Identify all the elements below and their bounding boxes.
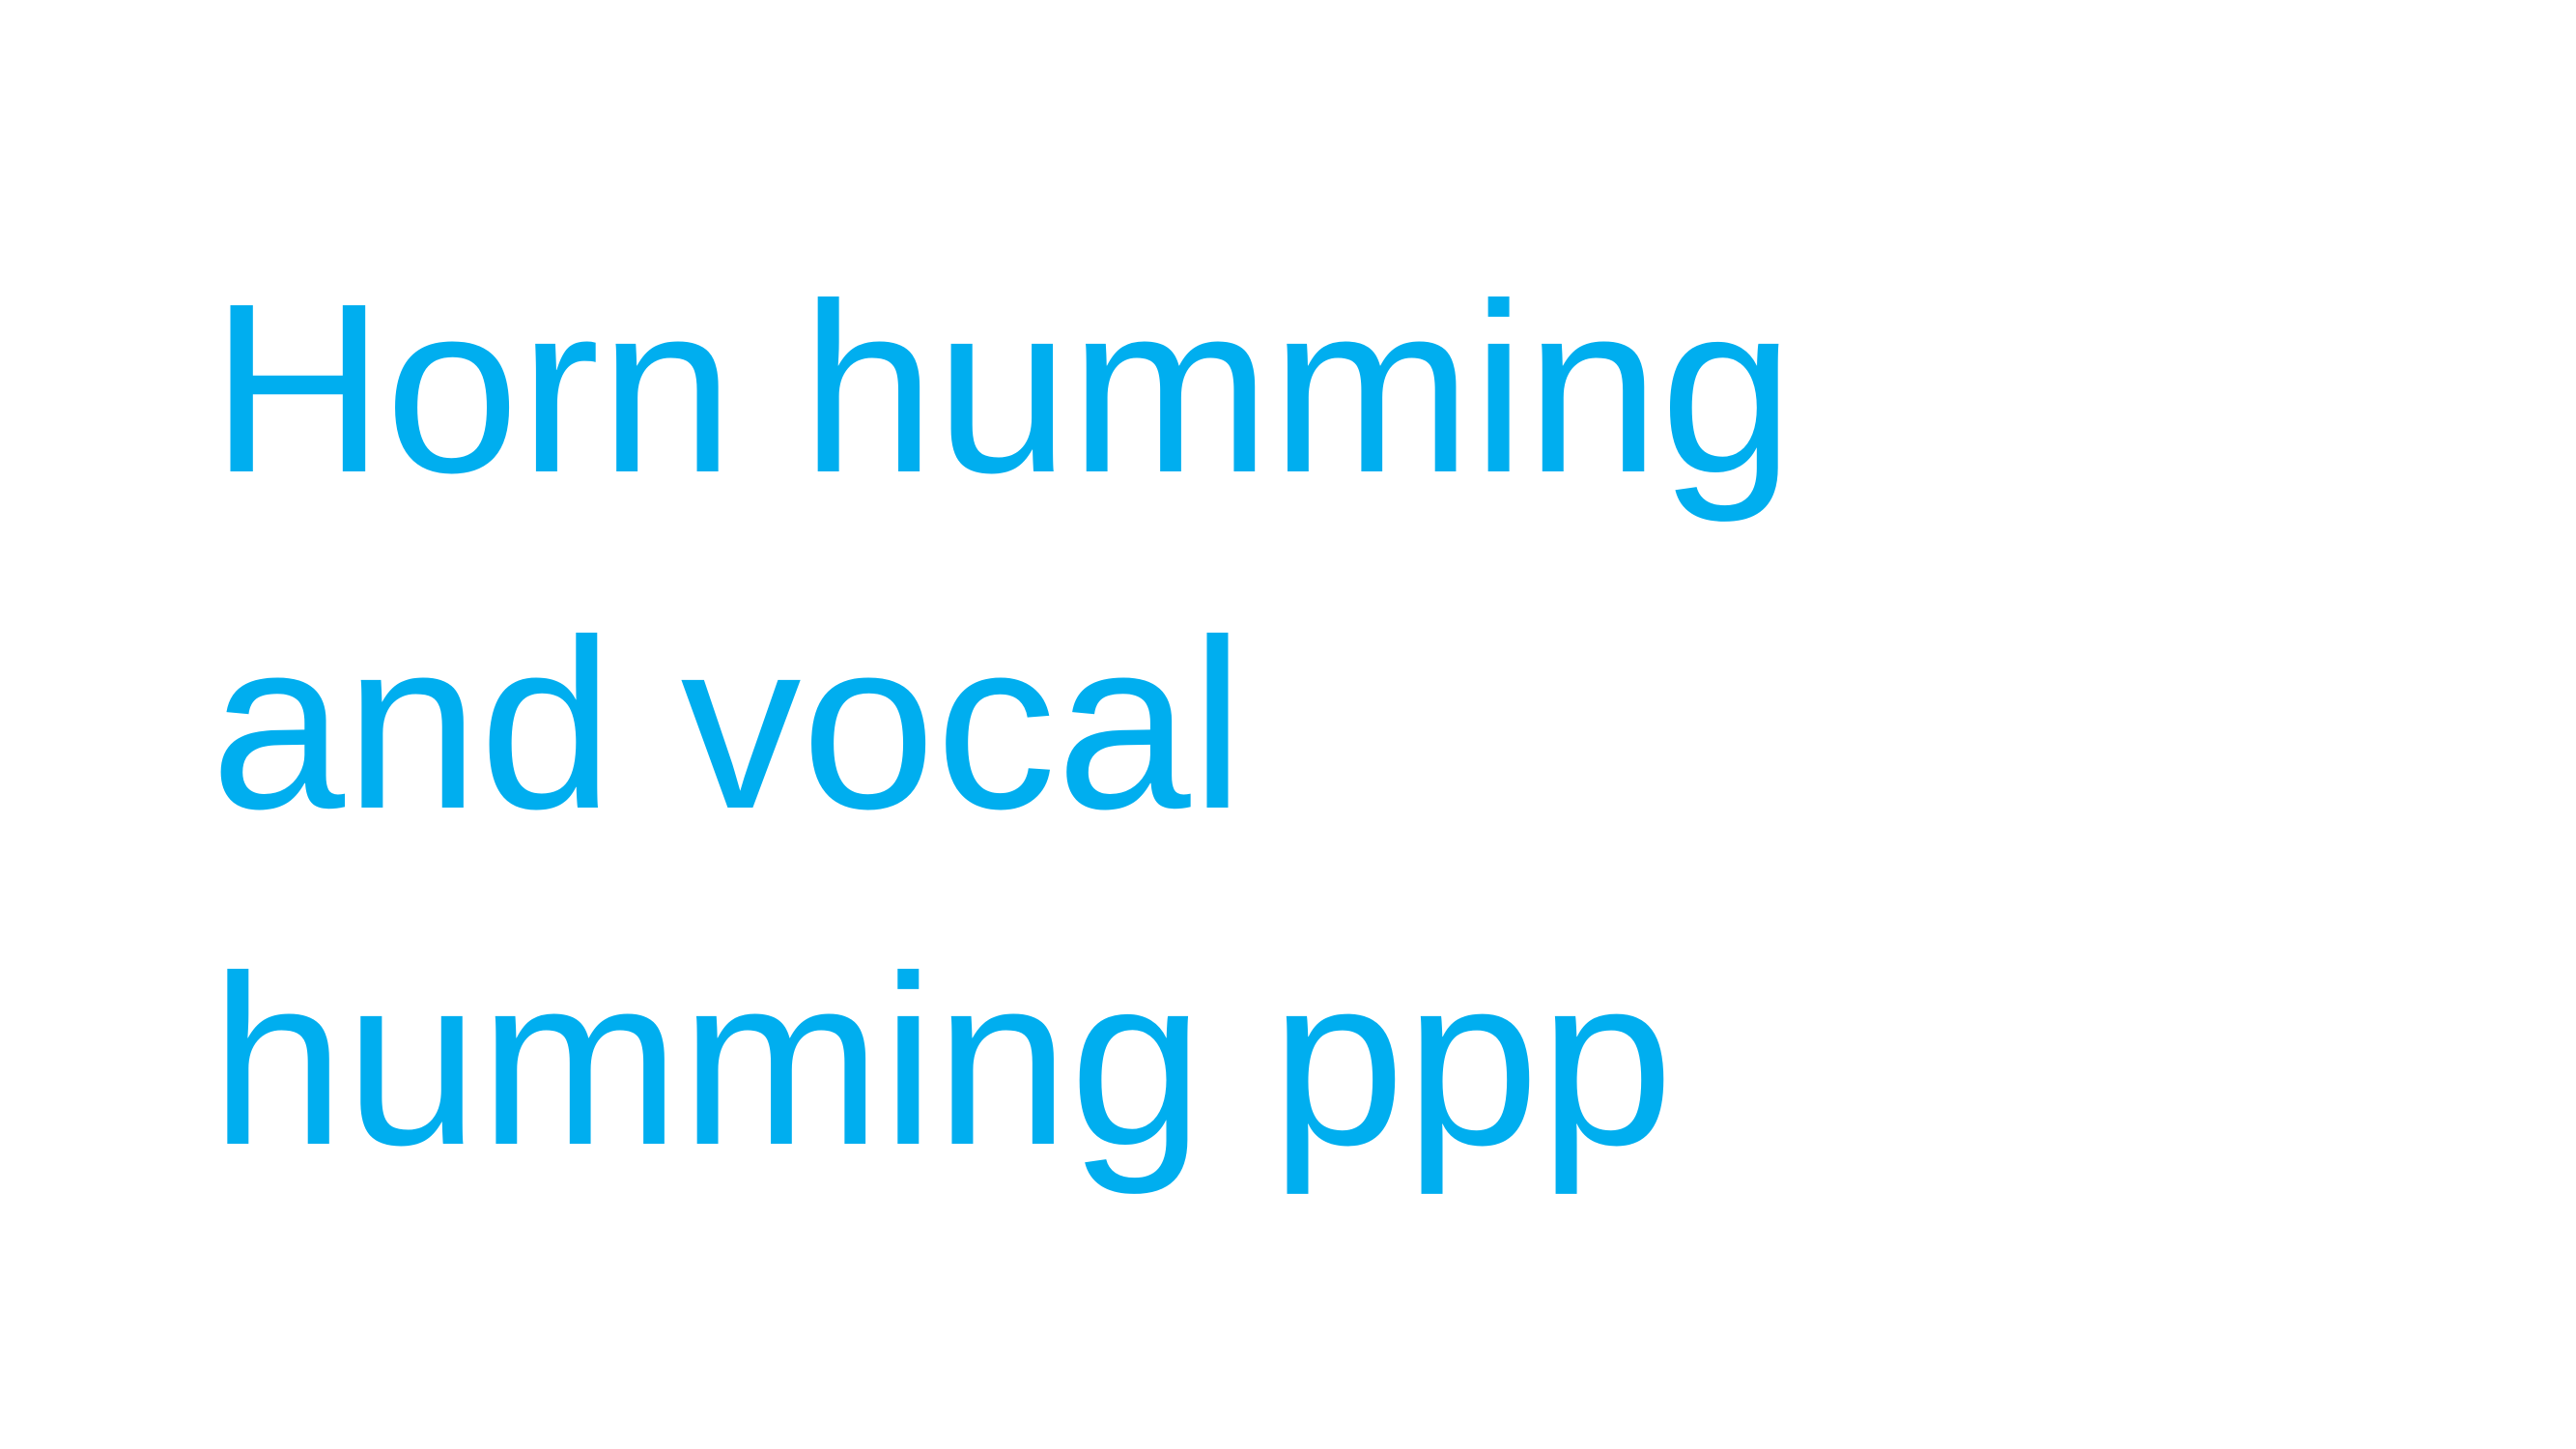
slide-text-block: Horn humming and vocal humming ppp (211, 220, 2432, 1229)
slide-canvas: Horn humming and vocal humming ppp (0, 0, 2576, 1449)
text-line-2: and vocal (211, 589, 1245, 859)
text-line-1: Horn humming (211, 253, 1795, 523)
text-line-3: humming ppp (211, 925, 1674, 1195)
